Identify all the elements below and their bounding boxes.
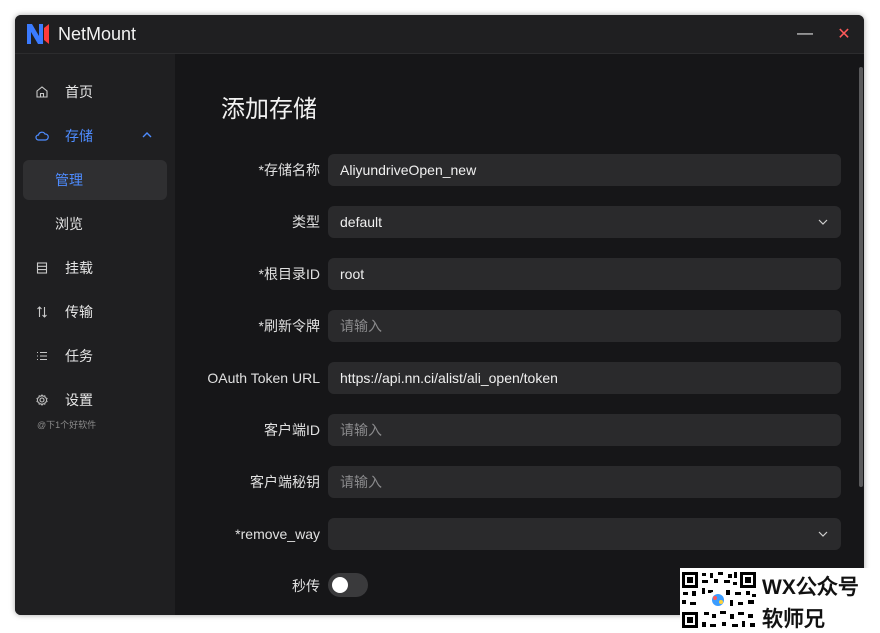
watermark-line-2: 软师兄: [762, 608, 825, 631]
type-select-value: default: [340, 214, 383, 230]
form-row-remove-way: *remove_way: [175, 518, 855, 550]
form-row-storage-name: *存储名称 AliyundriveOpen_new: [175, 154, 855, 186]
form-row-oauth-url: OAuth Token URL https://api.nn.ci/alist/…: [175, 362, 855, 394]
client-id-label: 客户端ID: [264, 422, 320, 438]
title-bar: NetMount — ✕: [15, 15, 864, 54]
remove-way-label: *remove_way: [235, 526, 320, 542]
form-row-type: 类型 default: [175, 206, 855, 238]
sidebar-subitem-browse[interactable]: 浏览: [23, 204, 167, 244]
form-row-client-secret: 客户端秘钥 请输入: [175, 466, 855, 498]
cloud-icon: [35, 129, 49, 143]
sidebar-item-label: 存储: [65, 128, 93, 144]
sidebar-item-label: 浏览: [55, 216, 83, 232]
app-window: NetMount — ✕ 首页 存储 管理 浏览 挂载 传输 任务 设置 @下1…: [15, 15, 864, 615]
sidebar-item-label: 管理: [55, 172, 83, 188]
sidebar-item-label: 首页: [65, 84, 93, 100]
sidebar-item-label: 挂载: [65, 260, 93, 276]
list-icon: [35, 349, 49, 363]
sidebar-item-label: 设置: [65, 392, 93, 408]
sidebar-item-mount[interactable]: 挂载: [23, 248, 167, 288]
netmount-logo-icon: [27, 24, 49, 44]
page-title: 添加存储: [221, 96, 317, 123]
sidebar-item-home[interactable]: 首页: [23, 72, 167, 112]
watermark-line-1: WX公众号: [762, 576, 859, 599]
content-scrollbar[interactable]: [859, 67, 863, 487]
oauth-url-label: OAuth Token URL: [207, 370, 320, 386]
client-secret-input[interactable]: 请输入: [328, 466, 841, 498]
sidebar: 首页 存储 管理 浏览 挂载 传输 任务 设置 @下1个好软件: [15, 54, 175, 615]
app-title: NetMount: [58, 24, 137, 44]
mount-icon: [35, 261, 49, 275]
qr-code-icon: [680, 570, 758, 630]
minimize-button[interactable]: —: [792, 21, 818, 47]
client-id-input[interactable]: 请输入: [328, 414, 841, 446]
storage-name-input[interactable]: AliyundriveOpen_new: [328, 154, 841, 186]
footer-note: @下1个好软件: [37, 420, 97, 430]
form-row-refresh-token: *刷新令牌 请输入: [175, 310, 855, 342]
root-id-input[interactable]: root: [328, 258, 841, 290]
sidebar-item-transfer[interactable]: 传输: [23, 292, 167, 332]
toggle-knob: [332, 577, 348, 593]
sidebar-item-storage[interactable]: 存储: [23, 116, 167, 156]
client-secret-label: 客户端秘钥: [250, 474, 320, 490]
refresh-token-input[interactable]: 请输入: [328, 310, 841, 342]
sidebar-item-settings[interactable]: 设置: [23, 380, 167, 420]
sidebar-item-tasks[interactable]: 任务: [23, 336, 167, 376]
storage-name-label: *存储名称: [258, 162, 320, 178]
rapid-upload-label: 秒传: [292, 578, 320, 594]
chevron-down-icon: [818, 531, 828, 537]
form-row-root-id: *根目录ID root: [175, 258, 855, 290]
chevron-down-icon: [818, 219, 828, 225]
transfer-icon: [35, 305, 49, 319]
remove-way-select[interactable]: [328, 518, 841, 550]
wechat-watermark: WX公众号 软师兄: [680, 568, 880, 631]
sidebar-item-label: 传输: [65, 304, 93, 320]
sidebar-item-label: 任务: [65, 348, 93, 364]
type-select[interactable]: default: [328, 206, 841, 238]
rapid-upload-toggle[interactable]: [328, 573, 368, 597]
form-row-client-id: 客户端ID 请输入: [175, 414, 855, 446]
home-icon: [35, 85, 49, 99]
type-label: 类型: [292, 214, 320, 230]
gear-icon: [35, 393, 49, 407]
sidebar-subitem-manage[interactable]: 管理: [23, 160, 167, 200]
close-button[interactable]: ✕: [831, 21, 857, 47]
main-content: 添加存储 *存储名称 AliyundriveOpen_new 类型 defaul…: [175, 54, 864, 615]
oauth-url-input[interactable]: https://api.nn.ci/alist/ali_open/token: [328, 362, 841, 394]
refresh-token-label: *刷新令牌: [258, 318, 320, 334]
root-id-label: *根目录ID: [258, 266, 320, 282]
chevron-up-icon[interactable]: [141, 129, 153, 141]
